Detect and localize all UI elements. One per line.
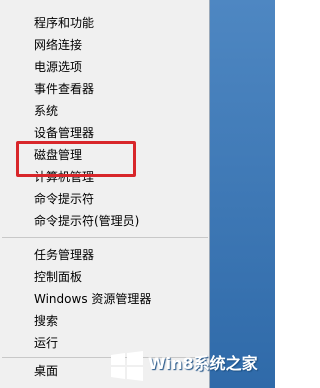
menu-item-windows-explorer[interactable]: Windows 资源管理器 xyxy=(0,288,210,310)
menu-group-system: 程序和功能 网络连接 电源选项 事件查看器 系统 设备管理器 磁盘管理 计算机管… xyxy=(0,12,210,232)
highlight-annotation-box xyxy=(16,141,136,177)
menu-item-search[interactable]: 搜索 xyxy=(0,310,210,332)
watermark-text: Win8系统之家 xyxy=(148,354,258,373)
menu-item-power-options[interactable]: 电源选项 xyxy=(0,56,210,78)
menu-separator xyxy=(2,237,208,238)
menu-item-control-panel[interactable]: 控制面板 xyxy=(0,266,210,288)
menu-item-system[interactable]: 系统 xyxy=(0,100,210,122)
menu-item-task-manager[interactable]: 任务管理器 xyxy=(0,244,210,266)
menu-item-event-viewer[interactable]: 事件查看器 xyxy=(0,78,210,100)
menu-item-command-prompt[interactable]: 命令提示符 xyxy=(0,188,210,210)
menu-group-tools: 任务管理器 控制面板 Windows 资源管理器 搜索 运行 xyxy=(0,244,210,354)
windows-logo-icon xyxy=(111,351,143,381)
menu-item-command-prompt-admin[interactable]: 命令提示符(管理员) xyxy=(0,210,210,232)
menu-item-network-connections[interactable]: 网络连接 xyxy=(0,34,210,56)
menu-item-run[interactable]: 运行 xyxy=(0,332,210,354)
menu-item-programs-and-features[interactable]: 程序和功能 xyxy=(0,12,210,34)
quick-link-menu: 程序和功能 网络连接 电源选项 事件查看器 系统 设备管理器 磁盘管理 计算机管… xyxy=(0,0,210,388)
